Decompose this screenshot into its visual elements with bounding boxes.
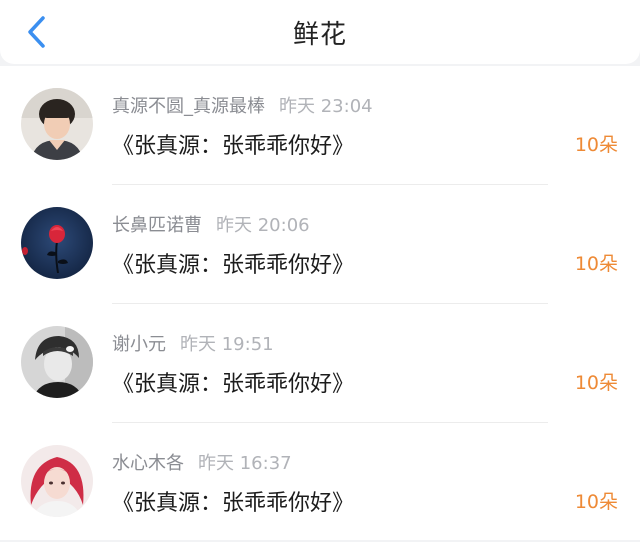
gift-title: 《张真源：张乖乖你好》 xyxy=(112,372,355,397)
list-item: 真源不圆_真源最棒 昨天 23:04 《张真源：张乖乖你好》 10朵 xyxy=(0,66,640,185)
avatar[interactable] xyxy=(21,88,93,160)
avatar-red-rose-icon xyxy=(21,207,93,279)
flower-count: 10朵 xyxy=(574,372,618,394)
back-button[interactable] xyxy=(16,12,56,52)
list-item: 水心木各 昨天 16:37 《张真源：张乖乖你好》 10朵 xyxy=(0,423,640,542)
avatar[interactable] xyxy=(21,326,93,398)
flower-count: 10朵 xyxy=(574,491,618,513)
timestamp: 昨天 20:06 xyxy=(216,215,310,236)
gift-title: 《张真源：张乖乖你好》 xyxy=(112,134,355,159)
top-bar: 鲜花 xyxy=(0,0,640,64)
item-meta: 谢小元 昨天 19:51 xyxy=(112,330,274,356)
avatar[interactable] xyxy=(21,445,93,517)
timestamp: 昨天 19:51 xyxy=(180,334,274,355)
avatar-boy-photo-icon xyxy=(21,88,93,160)
flower-gift-list: 真源不圆_真源最棒 昨天 23:04 《张真源：张乖乖你好》 10朵 长鼻匹诺曹… xyxy=(0,66,640,540)
username[interactable]: 长鼻匹诺曹 xyxy=(112,215,202,236)
avatar-grayscale-portrait-icon xyxy=(21,326,93,398)
gift-title: 《张真源：张乖乖你好》 xyxy=(112,253,355,278)
username[interactable]: 水心木各 xyxy=(112,453,184,474)
flower-count: 10朵 xyxy=(574,253,618,275)
item-meta: 长鼻匹诺曹 昨天 20:06 xyxy=(112,211,310,237)
flower-count: 10朵 xyxy=(574,134,618,156)
chevron-left-icon xyxy=(28,16,45,48)
gift-title: 《张真源：张乖乖你好》 xyxy=(112,491,355,516)
username[interactable]: 谢小元 xyxy=(112,334,166,355)
item-meta: 水心木各 昨天 16:37 xyxy=(112,449,292,475)
avatar-red-hair-portrait-icon xyxy=(21,445,93,517)
timestamp: 昨天 16:37 xyxy=(198,453,292,474)
avatar[interactable] xyxy=(21,207,93,279)
item-meta: 真源不圆_真源最棒 昨天 23:04 xyxy=(112,92,373,118)
timestamp: 昨天 23:04 xyxy=(279,96,373,117)
username[interactable]: 真源不圆_真源最棒 xyxy=(112,96,265,117)
page-title: 鲜花 xyxy=(292,19,347,50)
list-item: 谢小元 昨天 19:51 《张真源：张乖乖你好》 10朵 xyxy=(0,304,640,423)
list-item: 长鼻匹诺曹 昨天 20:06 《张真源：张乖乖你好》 10朵 xyxy=(0,185,640,304)
